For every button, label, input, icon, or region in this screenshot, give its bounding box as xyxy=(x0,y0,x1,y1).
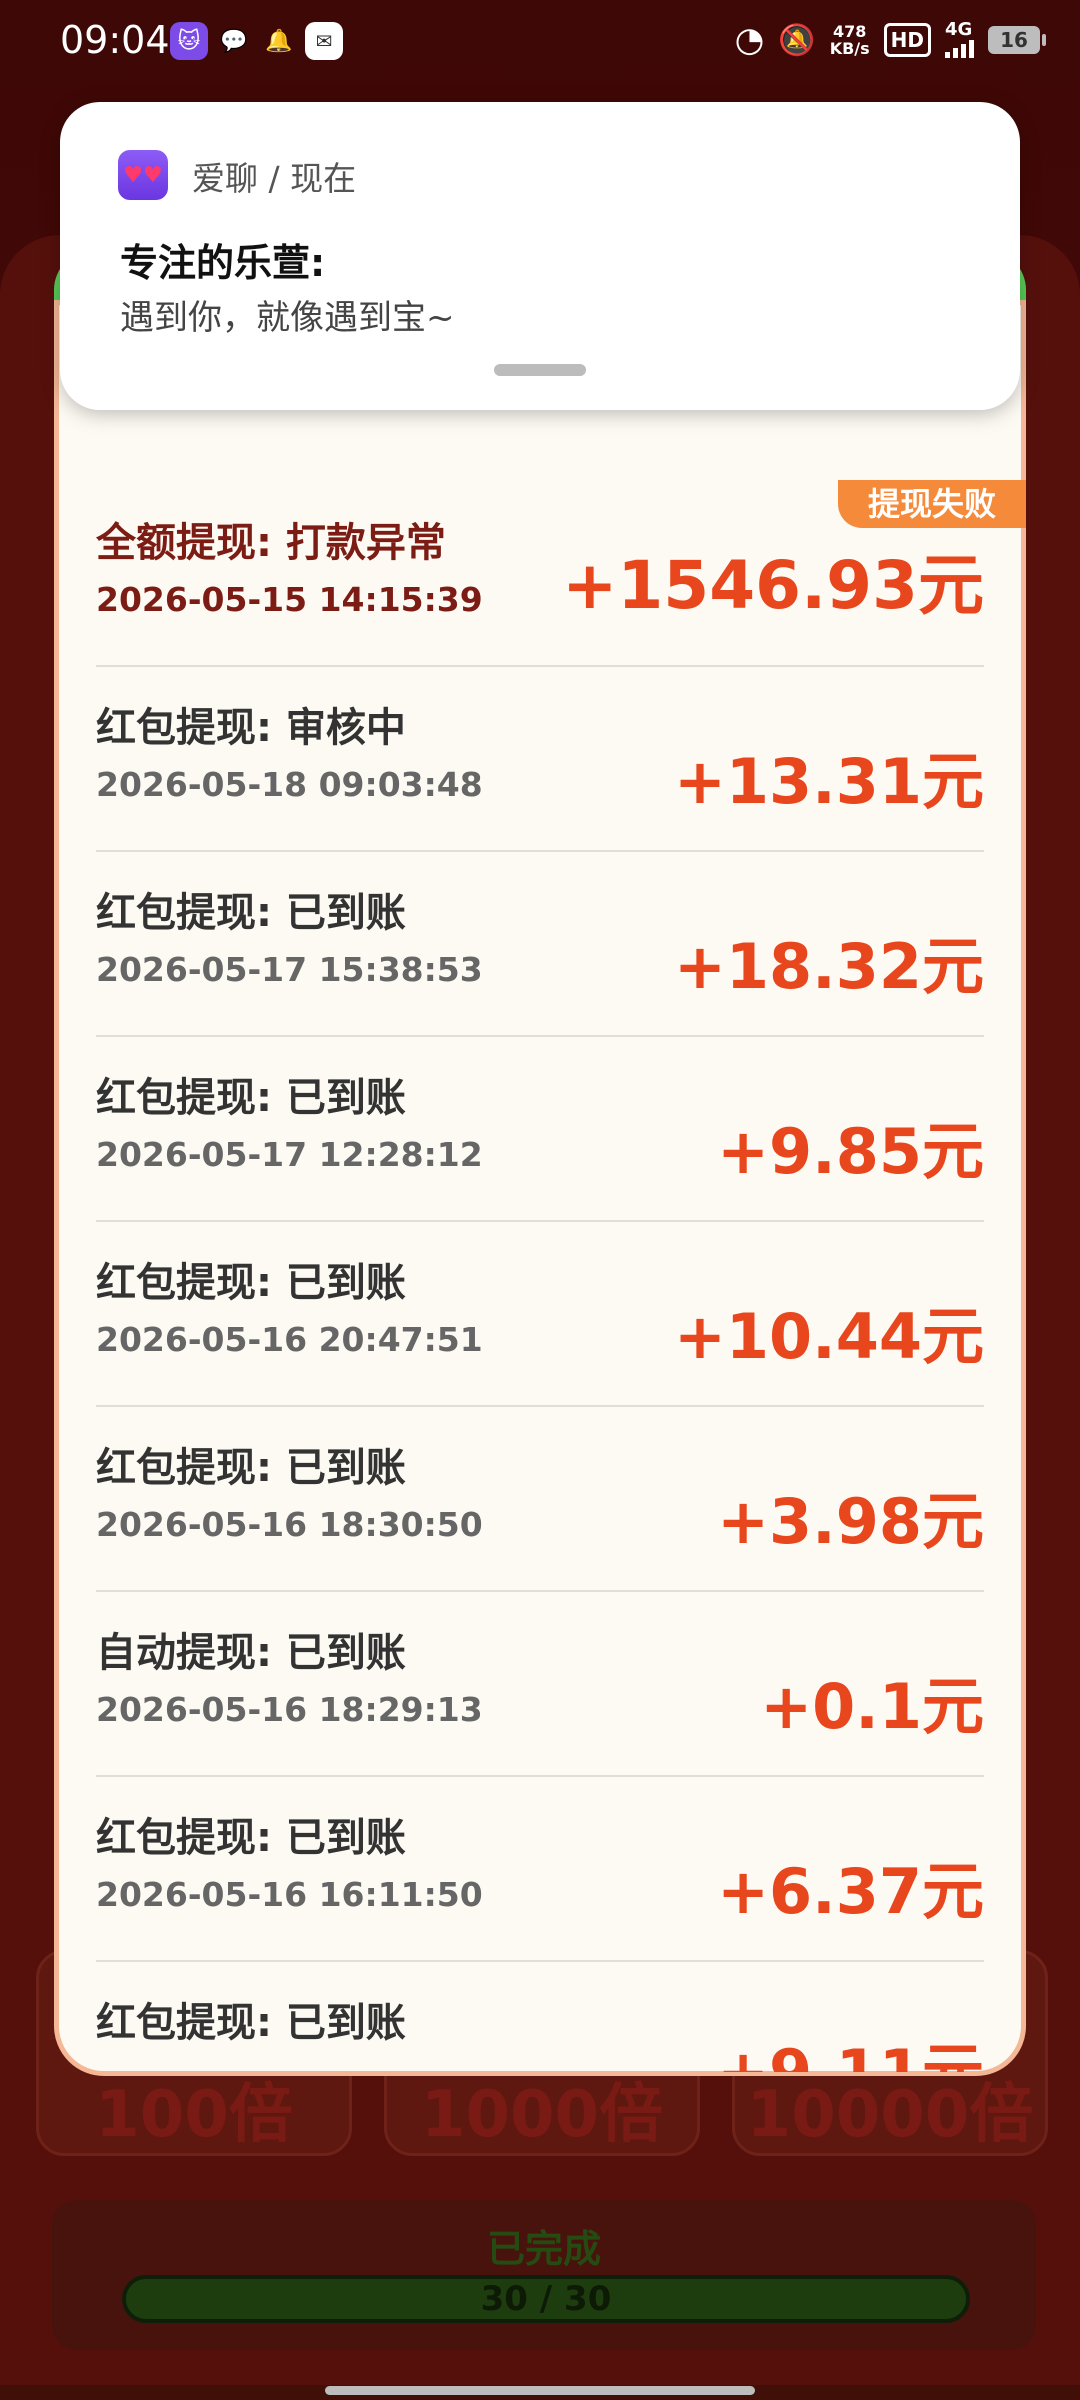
list-item[interactable]: 红包提现: 已到账 2026-05-17 15:38:53 +18.32元 xyxy=(96,852,984,1037)
network-type: 4G xyxy=(945,19,973,40)
battery-icon: 16 xyxy=(988,26,1046,54)
status-badge: 提现失败 xyxy=(838,480,1026,528)
status-time: 09:04 xyxy=(60,18,170,62)
record-amount: +13.31元 xyxy=(673,745,984,818)
record-title: 红包提现: 已到账 xyxy=(96,2000,406,2046)
list-item[interactable]: 红包提现: 已到账 2026-05-16 16:11:50 +6.37元 xyxy=(96,1777,984,1962)
speedometer-icon: ◔ xyxy=(734,20,765,60)
record-title: 红包提现: 已到账 xyxy=(96,1075,406,1121)
record-title: 红包提现: 已到账 xyxy=(96,1445,406,1491)
record-title: 自动提现: 已到账 xyxy=(96,1630,406,1676)
record-amount: +9.11元 xyxy=(717,2022,984,2072)
record-title: 红包提现: 已到账 xyxy=(96,1260,406,1306)
multiplier-label: 1000倍 xyxy=(420,2078,664,2152)
record-title: 红包提现: 审核中 xyxy=(96,705,406,751)
done-label: 已完成 xyxy=(486,2227,601,2271)
drag-handle[interactable] xyxy=(494,364,586,376)
record-title: 全额提现: 打款异常 xyxy=(96,520,446,566)
notification-body: 遇到你，就像遇到宝~ xyxy=(120,298,455,338)
net-speed: 478 KB/s xyxy=(829,22,870,58)
qq-icon: 🔔 xyxy=(265,28,293,54)
progress-bar: 30 / 30 xyxy=(122,2275,970,2323)
record-amount: +6.37元 xyxy=(717,1855,984,1928)
record-amount: +10.44元 xyxy=(673,1300,984,1373)
list-item[interactable]: 红包提现: 审核中 2026-05-18 09:03:48 +13.31元 xyxy=(96,667,984,852)
list-item[interactable]: 红包提现: 已到账 +9.11元 xyxy=(96,1962,984,2072)
list-item[interactable]: 自动提现: 已到账 2026-05-16 18:29:13 +0.1元 xyxy=(96,1592,984,1777)
mute-bell-icon: 🔕 xyxy=(778,22,816,58)
record-amount: +9.85元 xyxy=(717,1115,984,1188)
record-date: 2026-05-17 15:38:53 xyxy=(96,950,483,989)
cat-app-icon: ♥♥ xyxy=(118,150,168,200)
record-date: 2026-05-16 20:47:51 xyxy=(96,1320,483,1359)
record-date: 2026-05-16 18:30:50 xyxy=(96,1505,483,1544)
record-date: 2026-05-15 14:15:39 xyxy=(96,580,483,619)
list-item[interactable]: 红包提现: 已到账 2026-05-16 18:30:50 +3.98元 xyxy=(96,1407,984,1592)
record-amount: +0.1元 xyxy=(760,1670,984,1743)
record-amount: +3.98元 xyxy=(717,1485,984,1558)
multiplier-label: 100倍 xyxy=(95,2078,293,2152)
record-title: 红包提现: 已到账 xyxy=(96,1815,406,1861)
notification-banner[interactable]: ♥♥ 爱聊 / 现在 专注的乐萱: 遇到你，就像遇到宝~ xyxy=(60,102,1020,410)
home-indicator[interactable] xyxy=(325,2386,755,2395)
list-item[interactable]: 红包提现: 已到账 2026-05-16 20:47:51 +10.44元 xyxy=(96,1222,984,1407)
record-amount: +18.32元 xyxy=(673,930,984,1003)
task-progress-box: 已完成 30 / 30 xyxy=(52,2200,1036,2350)
record-date: 2026-05-17 12:28:12 xyxy=(96,1135,483,1174)
record-date: 2026-05-16 16:11:50 xyxy=(96,1875,483,1914)
hd-badge: HD xyxy=(883,23,931,57)
status-bar: 09:04 🐱 💬 🔔 ✉ ◔ 🔕 478 KB/s HD 4G 16 xyxy=(0,0,1080,84)
list-item[interactable]: 红包提现: 已到账 2026-05-17 12:28:12 +9.85元 xyxy=(96,1037,984,1222)
mail-icon: ✉ xyxy=(305,22,343,60)
cat-app-icon: 🐱 xyxy=(170,22,208,60)
record-amount: +1546.93元 xyxy=(562,547,984,624)
notification-app-name: 爱聊 / 现在 xyxy=(192,159,357,198)
records-list[interactable]: 全额提现: 打款异常 2026-05-15 14:15:39 +1546.93元… xyxy=(96,482,984,2072)
record-date: 2026-05-18 09:03:48 xyxy=(96,765,483,804)
signal-icon xyxy=(945,38,974,58)
signal-group: 4G xyxy=(945,19,974,58)
notification-title: 专注的乐萱: xyxy=(120,241,326,285)
multiplier-label: 10000倍 xyxy=(746,2078,1034,2152)
status-right-group: ◔ 🔕 478 KB/s HD 4G 16 xyxy=(734,19,1046,60)
wechat-icon: 💬 xyxy=(220,28,248,54)
record-date: 2026-05-16 18:29:13 xyxy=(96,1690,483,1729)
record-title: 红包提现: 已到账 xyxy=(96,890,406,936)
